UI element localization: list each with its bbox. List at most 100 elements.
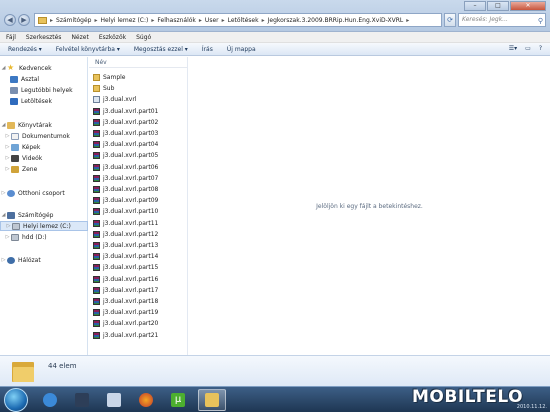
list-item[interactable]: j3.dual.xvrl.part09 [93,196,187,205]
burn-button[interactable]: Írás [202,46,213,53]
breadcrumb-users[interactable]: Felhasználók [157,17,196,24]
menu-file[interactable]: Fájl [6,34,16,41]
nav-desktop[interactable]: Asztal [0,74,88,84]
list-item[interactable]: j3.dual.xvrl.part19 [93,308,187,317]
start-button[interactable] [4,388,28,412]
nav-computer[interactable]: ◢ Számítógép [0,210,88,220]
pictures-icon [11,143,19,151]
taskbar-firefox[interactable] [132,389,160,411]
nav-documents[interactable]: ▷ Dokumentumok [0,131,88,141]
taskbar-media[interactable] [68,389,96,411]
breadcrumb-local-disk[interactable]: Helyi lemez (C:) [101,17,149,24]
taskbar: µ MOBILTELO 2010.11.12. [0,386,550,412]
archive-icon [93,219,100,227]
file-name: Sub [103,85,115,93]
file-list: Név Sample Sub j3.dual.xvrl j3.dual.xvrl.pa… [89,57,188,355]
nav-network[interactable]: ▷ Hálózat [0,255,88,265]
list-item[interactable]: j3.dual.xvrl.part16 [93,275,187,284]
share-with-button[interactable]: Megosztás ezzel ▾ [134,46,188,53]
nav-pictures[interactable]: ▷ Képek [0,142,88,152]
list-item[interactable]: j3.dual.xvrl.part10 [93,207,187,216]
refresh-icon[interactable]: ⟳ [444,13,456,27]
breadcrumb-current-folder[interactable]: Jegkorszak.3.2009.BRRip.Hun.Eng.XviD-XVR… [268,17,404,24]
archive-icon [93,242,100,249]
nav-videos[interactable]: ▷ Videók [0,153,88,163]
archive-icon [93,309,100,317]
archive-icon [93,208,100,216]
breadcrumb-user[interactable]: User [205,17,219,24]
taskbar-explorer[interactable] [198,389,226,411]
list-item[interactable]: j3.dual.xvrl.part03 [93,129,187,138]
new-folder-button[interactable]: Új mappa [227,46,256,53]
list-item[interactable]: j3.dual.xvrl.part12 [93,230,187,239]
nav-downloads[interactable]: Letöltések [0,96,88,106]
view-options-icon[interactable]: ☰▾ [509,45,517,52]
list-item[interactable]: j3.dual.xvrl.part18 [93,297,187,306]
list-item[interactable]: j3.dual.xvrl.part04 [93,140,187,149]
archive-icon [93,152,100,160]
archive-icon [93,107,100,115]
list-item[interactable]: j3.dual.xvrl.part15 [93,263,187,272]
file-icon [93,96,100,104]
list-item[interactable]: j3.dual.xvrl.part02 [93,118,187,127]
file-name: j3.dual.xvrl.part12 [103,230,159,238]
back-button[interactable]: ◀ [4,14,16,26]
menu-tools[interactable]: Eszközök [99,34,126,41]
menu-view[interactable]: Nézet [71,34,88,41]
menu-help[interactable]: Súgó [136,34,151,41]
search-input[interactable]: Keresés: Jegk... ⚲ [458,13,546,27]
brand-watermark: MOBILTELO [412,387,524,407]
organize-button[interactable]: Rendezés ▾ [8,46,42,53]
list-item[interactable]: j3.dual.xvrl.part21 [93,331,187,340]
nav-favorites[interactable]: ◢ ★ Kedvencek [0,63,88,73]
nav-libraries[interactable]: ◢ Könyvtárak [0,120,88,130]
breadcrumb-computer[interactable]: Számítógép [56,17,91,24]
archive-icon [93,298,100,305]
help-icon[interactable]: ? [539,45,542,52]
taskbar-utorrent[interactable]: µ [164,389,192,411]
maximize-button[interactable]: □ [487,1,509,11]
forward-button[interactable]: ▶ [18,14,30,26]
archive-icon [93,275,100,283]
file-name: j3.dual.xvrl.part05 [103,152,159,160]
list-item[interactable]: j3.dual.xvrl.part17 [93,286,187,295]
list-item[interactable]: j3.dual.xvrl [93,95,187,104]
list-item[interactable]: Sample [93,73,187,82]
nav-music[interactable]: ▷ Zene [0,164,88,174]
column-header-name[interactable]: Név [89,58,187,68]
file-name: j3.dual.xvrl.part01 [103,107,159,115]
preview-pane-icon[interactable]: ▭ [525,45,531,52]
list-item[interactable]: j3.dual.xvrl.part01 [93,107,187,116]
minimize-button[interactable]: – [464,1,486,11]
list-item[interactable]: j3.dual.xvrl.part05 [93,151,187,160]
nav-local-disk[interactable]: ▷ Helyi lemez (C:) [0,221,88,231]
list-item[interactable]: j3.dual.xvrl.part11 [93,219,187,228]
libraries-icon [7,121,15,129]
menu-edit[interactable]: Szerkesztés [26,34,62,41]
taskbar-app[interactable] [100,389,128,411]
documents-icon [11,132,19,140]
nav-hdd[interactable]: ▷ hdd (D:) [0,232,88,242]
address-bar[interactable]: ▸ Számítógép ▸ Helyi lemez (C:) ▸ Felhas… [34,13,442,27]
list-item[interactable]: j3.dual.xvrl.part07 [93,174,187,183]
list-item[interactable]: Sub [93,84,187,93]
taskbar-ie[interactable] [36,389,64,411]
list-item[interactable]: j3.dual.xvrl.part14 [93,252,187,261]
breadcrumb-downloads[interactable]: Letöltések [228,17,259,24]
list-item[interactable]: j3.dual.xvrl.part08 [93,185,187,194]
file-name: j3.dual.xvrl.part09 [103,197,159,205]
folder-icon [93,85,100,93]
command-bar: Rendezés ▾ Felvétel könyvtárba ▾ Megoszt… [0,43,550,56]
drive-icon [12,222,20,230]
nav-recent-places[interactable]: Legutóbbi helyek [0,85,88,95]
folder-icon [38,16,47,24]
list-item[interactable]: j3.dual.xvrl.part20 [93,319,187,328]
firefox-icon [139,393,153,407]
list-item[interactable]: j3.dual.xvrl.part13 [93,241,187,250]
file-name: j3.dual.xvrl.part07 [103,174,159,182]
include-in-library-button[interactable]: Felvétel könyvtárba ▾ [56,46,120,53]
homegroup-icon [7,189,15,197]
nav-homegroup[interactable]: ▷ Otthoni csoport [0,188,88,198]
list-item[interactable]: j3.dual.xvrl.part06 [93,163,187,172]
close-button[interactable]: ✕ [510,1,546,11]
